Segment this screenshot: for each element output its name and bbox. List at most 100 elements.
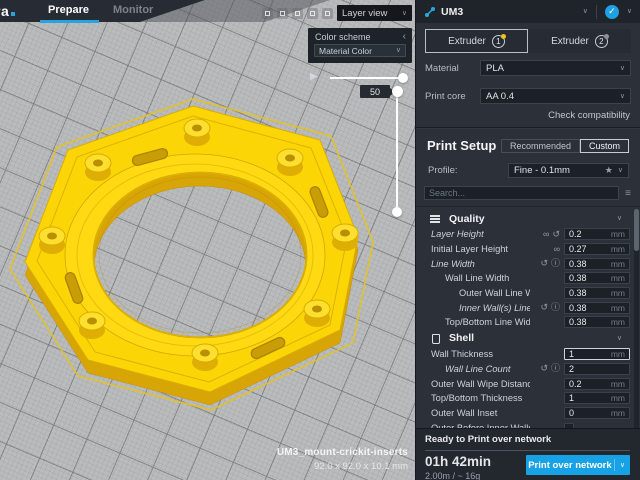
- chevron-down-icon: ∨: [396, 47, 401, 54]
- setting-label: Top/Bottom Line Width: [431, 317, 530, 327]
- 3d-viewport[interactable]: ra Prepare Monitor Layer view ∨ Color sc…: [0, 0, 415, 480]
- setting-row[interactable]: Line Width ↺ⓘ 0.38 mm: [416, 256, 640, 271]
- setting-value-field[interactable]: 0.2 mm: [564, 228, 630, 240]
- view-3d-icon[interactable]: [262, 8, 273, 19]
- layer-slider-lower-handle[interactable]: [392, 207, 402, 217]
- setting-value-field[interactable]: 0.38 mm: [564, 302, 630, 314]
- setting-row[interactable]: Top/Bottom Line Width 0.38 mm: [416, 315, 640, 330]
- simulation-play-icon[interactable]: ▶: [310, 71, 318, 82]
- view-mode-dropdown[interactable]: Layer view ∨: [337, 5, 412, 21]
- setting-value-field[interactable]: 0.38 mm: [564, 316, 630, 328]
- print-core-dropdown[interactable]: AA 0.4 ∨: [480, 88, 631, 104]
- chevron-down-icon: ∨: [617, 215, 622, 222]
- link-icon[interactable]: ∞: [543, 230, 549, 239]
- view-top-icon[interactable]: [292, 8, 303, 19]
- setting-value-field[interactable]: 0.38 mm: [564, 272, 630, 284]
- setting-unit: mm: [611, 408, 625, 418]
- setting-value-field[interactable]: 0 mm: [564, 407, 630, 419]
- setting-row[interactable]: Layer Height ∞↺ 0.2 mm: [416, 227, 640, 242]
- color-scheme-dropdown[interactable]: Material Color ∨: [314, 44, 406, 57]
- setting-row[interactable]: Top/Bottom Thickness 1 mm: [416, 391, 640, 406]
- setting-row[interactable]: Outer Wall Wipe Distance 0.2 mm: [416, 376, 640, 391]
- chevron-down-icon: ∨: [620, 93, 625, 100]
- setting-value: 0.38: [569, 259, 587, 269]
- chevron-down-icon[interactable]: ∨: [627, 8, 632, 15]
- setting-value-field[interactable]: 0.2 mm: [564, 378, 630, 390]
- material-dropdown[interactable]: PLA ∨: [480, 60, 631, 76]
- setting-row[interactable]: Inner Wall(s) Line Width ↺ⓘ 0.38 mm: [416, 300, 640, 315]
- profile-dropdown[interactable]: Fine - 0.1mm ★ ∨: [508, 163, 629, 178]
- setting-value-field[interactable]: 0.38 mm: [564, 258, 630, 270]
- settings-section-header[interactable]: Quality ∨: [416, 210, 640, 227]
- search-input[interactable]: [424, 186, 619, 200]
- info-icon[interactable]: ⓘ: [551, 303, 560, 312]
- setting-row[interactable]: Wall Line Count ↺ⓘ 2: [416, 362, 640, 377]
- sidebar: UM3 ∨ ✓ ∨ Extruder 1 Extruder 2 Material…: [415, 0, 640, 480]
- layer-number-badge: 50: [360, 85, 390, 98]
- recommended-mode-button[interactable]: Recommended: [501, 139, 580, 153]
- simulation-slider-handle[interactable]: [398, 73, 408, 83]
- profile-label: Profile:: [428, 165, 508, 176]
- custom-mode-button[interactable]: Custom: [580, 139, 629, 153]
- chevron-down-icon: ∨: [583, 8, 588, 15]
- collapse-icon[interactable]: ‹: [403, 31, 406, 42]
- setting-value: 0.38: [569, 303, 587, 313]
- setting-value: 2: [569, 364, 574, 374]
- setting-unit: mm: [611, 244, 625, 254]
- info-icon[interactable]: ⓘ: [551, 364, 560, 373]
- simulation-slider-track[interactable]: [330, 77, 403, 79]
- undo-icon[interactable]: ↺: [540, 364, 548, 373]
- info-icon[interactable]: ⓘ: [551, 259, 560, 268]
- settings-list[interactable]: Quality ∨ Layer Height ∞↺ 0.2 mm Initial…: [416, 207, 640, 435]
- undo-icon[interactable]: ↺: [552, 230, 560, 239]
- print-over-network-button[interactable]: Print over network ∨: [526, 455, 630, 475]
- setting-row[interactable]: Outer Wall Inset 0 mm: [416, 406, 640, 421]
- setting-unit: mm: [611, 303, 625, 313]
- link-icon[interactable]: ∞: [554, 245, 560, 254]
- view-left-icon[interactable]: [307, 8, 318, 19]
- setting-value-field[interactable]: 0.27 mm: [564, 243, 630, 255]
- star-icon[interactable]: ★: [605, 165, 613, 176]
- extruder-2-material-dot: [604, 34, 609, 39]
- color-scheme-panel: Color scheme ‹ Material Color ∨: [308, 28, 412, 63]
- setting-row[interactable]: Outer Wall Line Width 0.38 mm: [416, 286, 640, 301]
- view-front-icon[interactable]: [277, 8, 288, 19]
- setting-value-field[interactable]: 2: [564, 363, 630, 375]
- shell-icon: [430, 334, 440, 343]
- section-title: Quality: [449, 213, 485, 225]
- setting-unit: mm: [611, 379, 625, 389]
- setting-value: 0.2: [569, 229, 582, 239]
- setting-unit: mm: [611, 349, 625, 359]
- print-time-estimate: 01h 42min: [425, 455, 491, 470]
- model-3d[interactable]: [0, 0, 415, 480]
- extruder-1-material-dot: [501, 34, 506, 39]
- setting-value-field[interactable]: 0.38 mm: [564, 287, 630, 299]
- undo-icon[interactable]: ↺: [540, 259, 548, 268]
- layer-slider-upper-handle[interactable]: [392, 86, 403, 97]
- tab-monitor[interactable]: Monitor: [113, 4, 153, 16]
- setting-row[interactable]: Wall Thickness 1 mm: [416, 347, 640, 362]
- logo-dot: [11, 12, 15, 16]
- setting-label: Wall Line Width: [431, 273, 530, 283]
- layer-slider-track[interactable]: [396, 92, 398, 212]
- setting-row[interactable]: Wall Line Width 0.38 mm: [416, 271, 640, 286]
- check-compatibility-link[interactable]: Check compatibility: [416, 107, 640, 127]
- scrollbar[interactable]: [634, 209, 639, 433]
- scrollbar-thumb[interactable]: [634, 209, 639, 251]
- setting-value-field[interactable]: 1 mm: [564, 392, 630, 404]
- setting-row[interactable]: Initial Layer Height ∞ 0.27 mm: [416, 242, 640, 257]
- view-right-icon[interactable]: [322, 8, 333, 19]
- chevron-down-icon: ∨: [402, 10, 407, 17]
- extruder-1-tab[interactable]: Extruder 1: [425, 29, 528, 53]
- undo-icon[interactable]: ↺: [540, 303, 548, 312]
- extruder-2-tab[interactable]: Extruder 2: [528, 29, 631, 53]
- settings-menu-icon[interactable]: ≡: [625, 188, 631, 199]
- material-label: Material: [425, 63, 480, 74]
- setting-label: Inner Wall(s) Line Width: [431, 303, 530, 313]
- printer-selector[interactable]: UM3 ∨ ✓ ∨: [416, 0, 640, 23]
- settings-section-header[interactable]: Shell ∨: [416, 330, 640, 347]
- tab-prepare[interactable]: Prepare: [48, 4, 89, 16]
- setting-unit: mm: [611, 288, 625, 298]
- setting-unit: mm: [611, 273, 625, 283]
- setting-value-field[interactable]: 1 mm: [564, 348, 630, 360]
